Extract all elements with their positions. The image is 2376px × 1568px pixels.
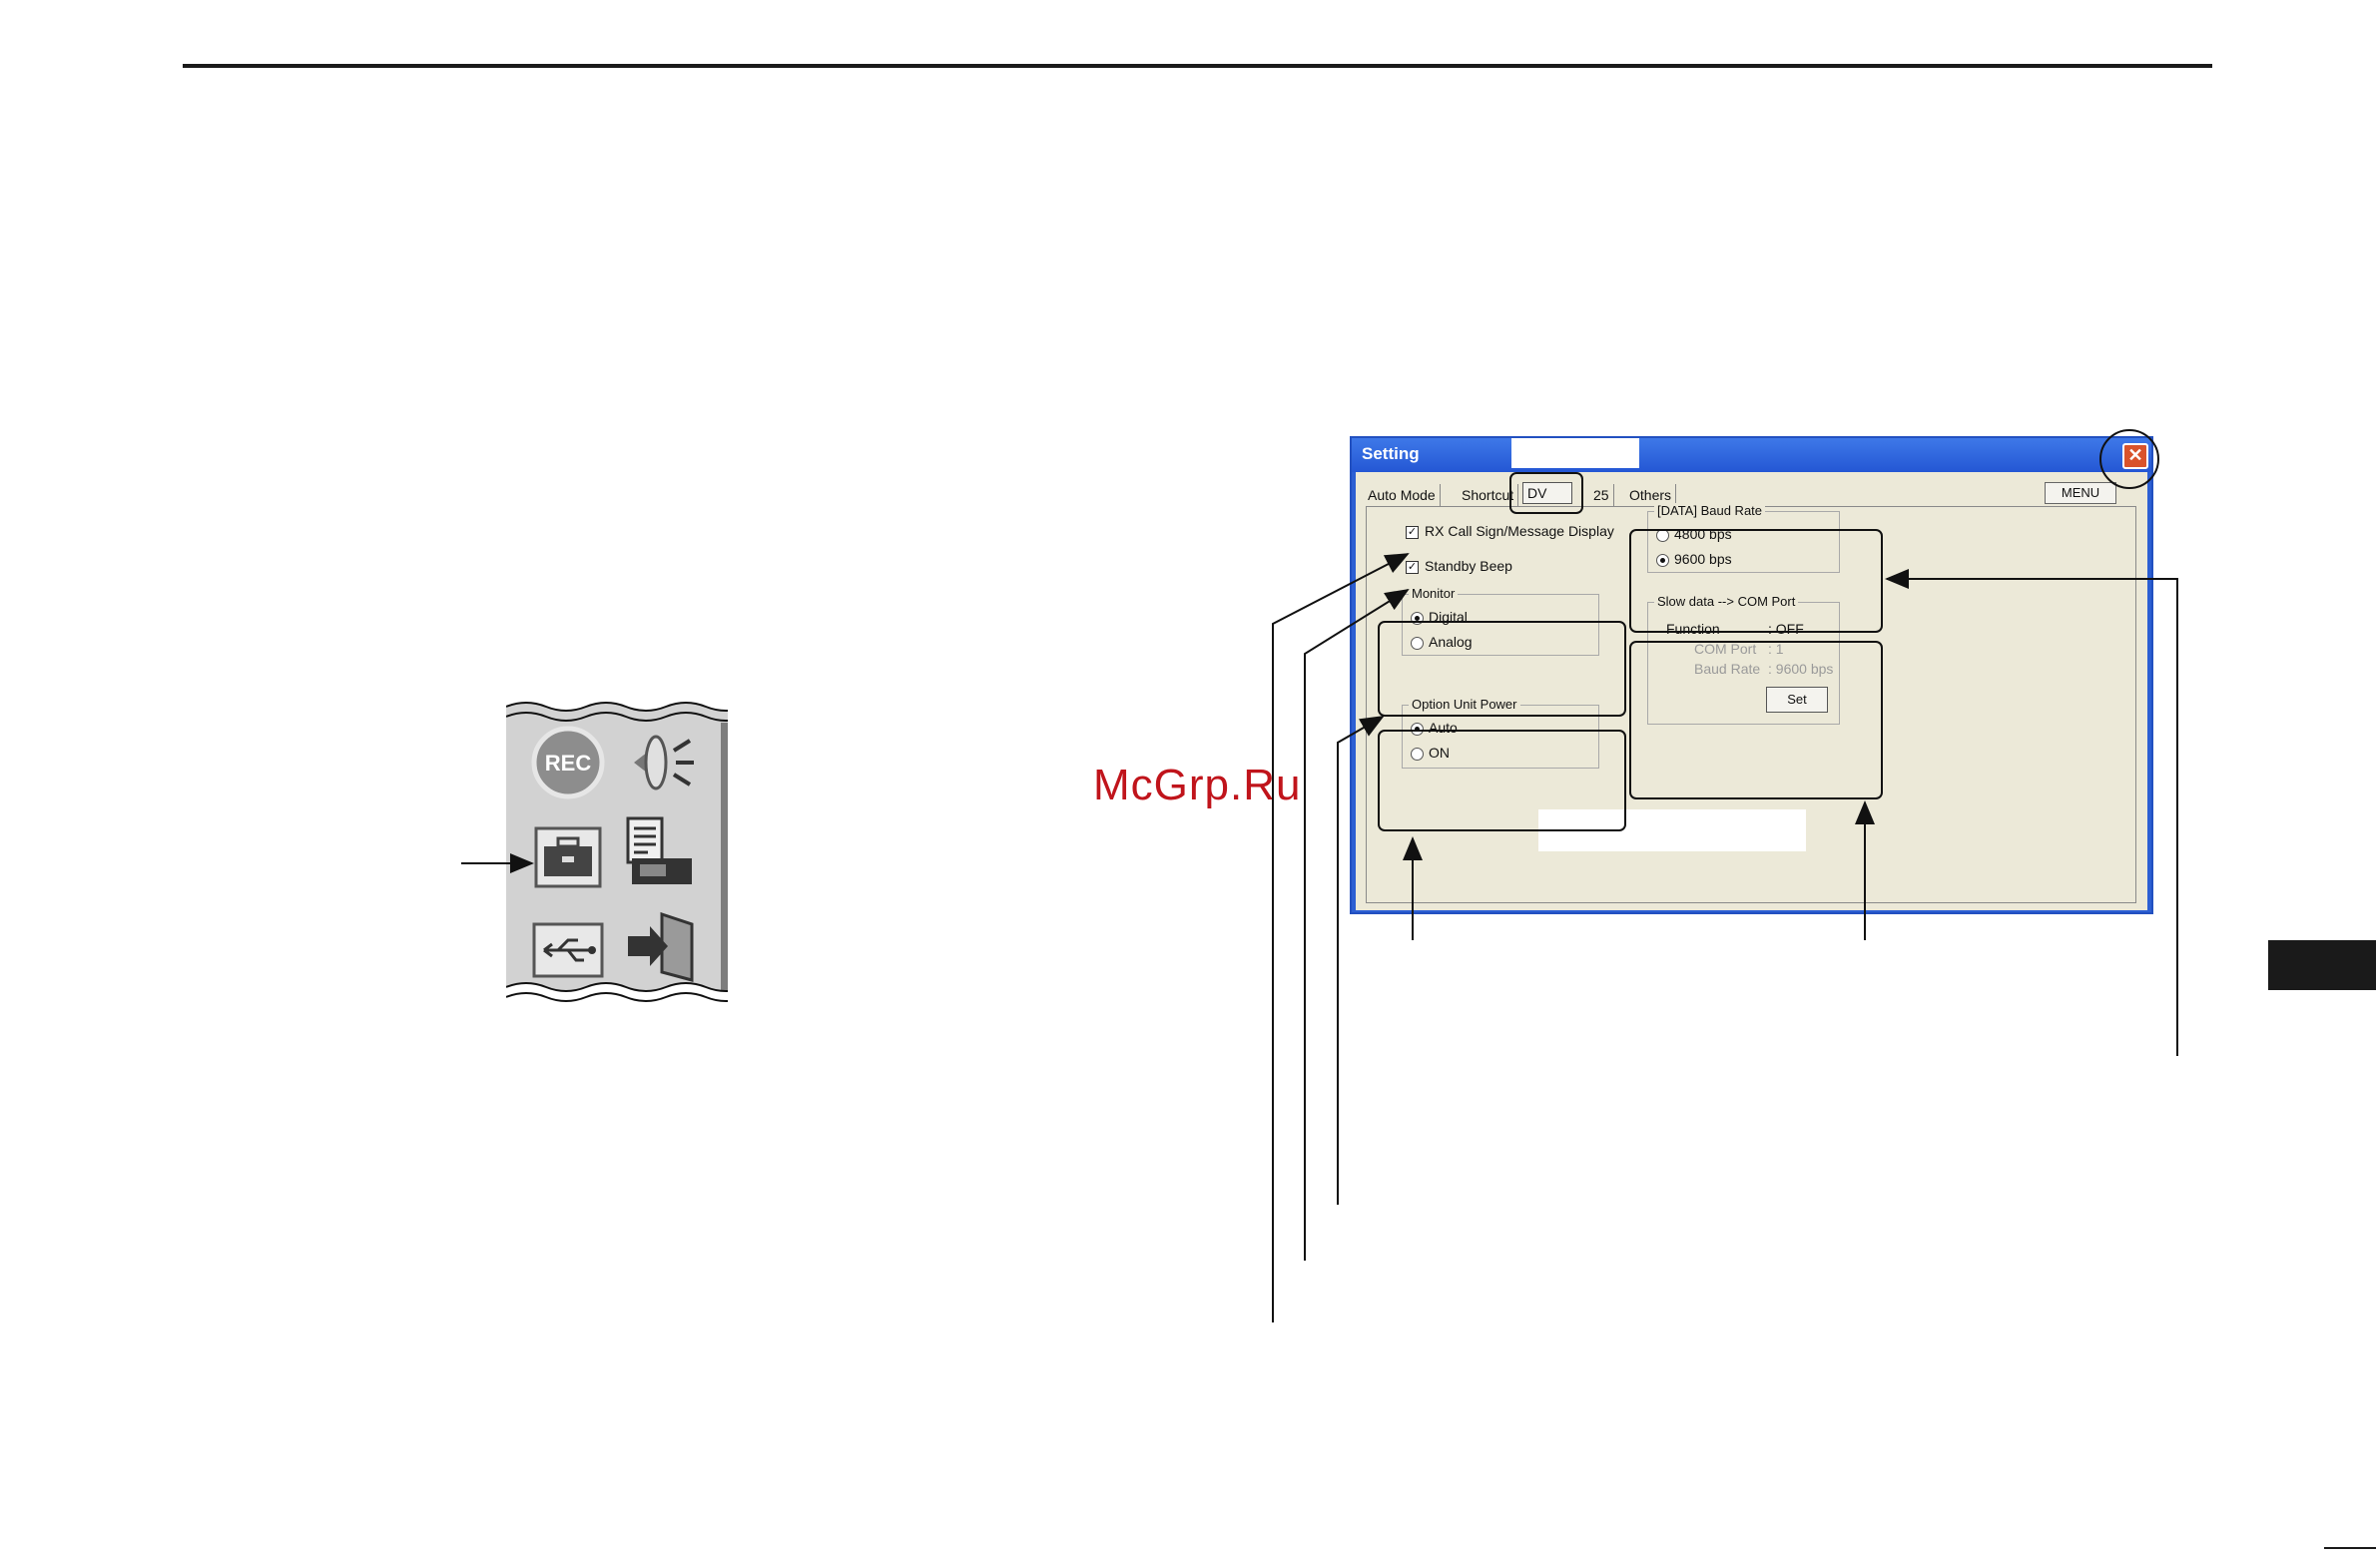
callout-lines [461, 553, 2178, 1322]
